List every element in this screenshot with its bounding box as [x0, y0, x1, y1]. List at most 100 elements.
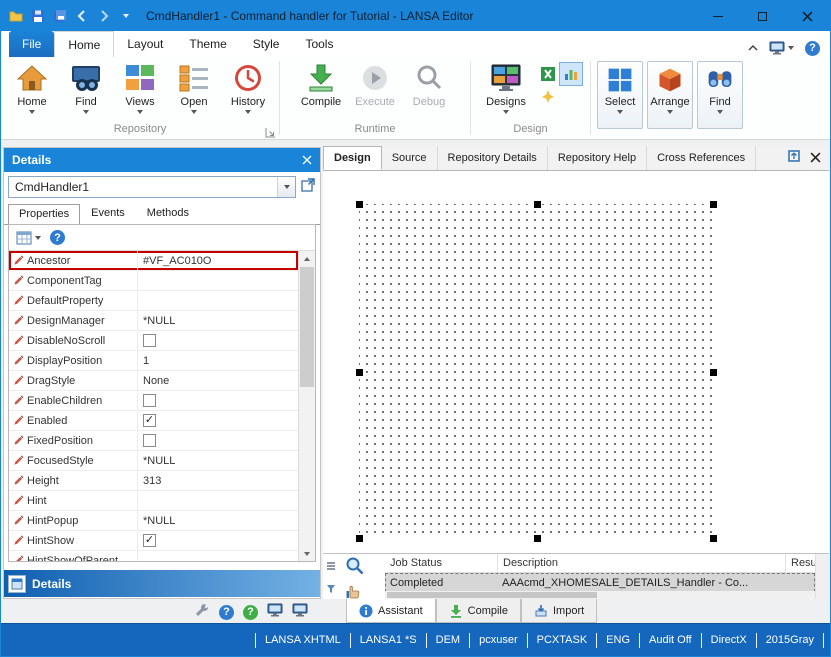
- ribbon-button-history[interactable]: History: [221, 59, 275, 114]
- output-horizontal-scrollbar[interactable]: [385, 591, 815, 599]
- float-view-button[interactable]: [787, 149, 801, 168]
- search-jobs-button[interactable]: [345, 556, 365, 581]
- ribbon-button-compile[interactable]: Compile: [294, 59, 348, 108]
- property-row-clipped[interactable]: HintShowOfParent: [9, 551, 298, 561]
- scroll-up-button[interactable]: [299, 251, 315, 266]
- resize-handle-s[interactable]: [533, 535, 541, 542]
- ribbon-button-arrange[interactable]: Arrange: [647, 61, 693, 129]
- tab-methods[interactable]: Methods: [136, 203, 200, 224]
- tab-import[interactable]: Import: [521, 599, 598, 623]
- property-value[interactable]: #VF_AC010O: [137, 251, 298, 270]
- checkbox[interactable]: [143, 534, 156, 547]
- forward-button[interactable]: [96, 8, 112, 24]
- resize-handle-n[interactable]: [533, 201, 541, 208]
- property-value[interactable]: None: [137, 371, 298, 390]
- checkbox[interactable]: [143, 394, 156, 407]
- property-row-defaultproperty[interactable]: DefaultProperty: [9, 291, 298, 311]
- resize-handle-se[interactable]: [710, 535, 717, 542]
- save-all-button[interactable]: [52, 8, 68, 24]
- ribbon-button-debug[interactable]: Debug: [402, 59, 456, 108]
- ribbon-button-home[interactable]: Home: [5, 59, 59, 114]
- ribbon-button-designs[interactable]: Designs: [479, 59, 533, 114]
- scroll-down-button[interactable]: [299, 546, 315, 561]
- tab-source[interactable]: Source: [382, 146, 438, 170]
- property-value[interactable]: 1: [137, 351, 298, 370]
- tab-assistant[interactable]: Assistant: [346, 599, 436, 623]
- combo-dropdown-button[interactable]: [277, 177, 295, 197]
- design-canvas[interactable]: [323, 171, 829, 553]
- tab-compile[interactable]: Compile: [435, 599, 521, 623]
- checkbox[interactable]: [143, 334, 156, 347]
- scrollbar-thumb[interactable]: [387, 592, 597, 598]
- ribbon-button-select[interactable]: Select: [597, 61, 643, 129]
- chart-button[interactable]: [559, 62, 583, 86]
- tab-repository-details[interactable]: Repository Details: [438, 146, 548, 170]
- remote-display-button[interactable]: [292, 602, 308, 623]
- back-button[interactable]: [74, 8, 90, 24]
- details-bottom-tab[interactable]: Details: [4, 570, 320, 597]
- column-header-result[interactable]: Resu: [785, 554, 817, 572]
- settings-button[interactable]: [194, 602, 210, 623]
- tab-layout[interactable]: Layout: [114, 31, 176, 57]
- display-options-button[interactable]: [769, 40, 794, 56]
- property-row-displayposition[interactable]: DisplayPosition 1: [9, 351, 298, 371]
- minimize-button[interactable]: [695, 1, 740, 31]
- tab-repository-help[interactable]: Repository Help: [548, 146, 648, 170]
- property-row-hintpopup[interactable]: HintPopup *NULL: [9, 511, 298, 531]
- tab-design[interactable]: Design: [323, 146, 382, 170]
- filter-button[interactable]: [326, 581, 336, 599]
- wizard-button[interactable]: [537, 86, 559, 108]
- list-view-button[interactable]: [326, 558, 336, 576]
- close-button[interactable]: [785, 1, 830, 31]
- tab-home[interactable]: Home: [54, 31, 115, 57]
- display-button[interactable]: [267, 602, 283, 623]
- new-document-button[interactable]: [8, 8, 24, 24]
- resize-handle-ne[interactable]: [710, 201, 717, 208]
- tab-style[interactable]: Style: [240, 31, 293, 57]
- dialog-launcher-button[interactable]: [265, 125, 276, 138]
- scrollbar-thumb[interactable]: [300, 267, 314, 387]
- property-row-componenttag[interactable]: ComponentTag: [9, 271, 298, 291]
- component-selector[interactable]: CmdHandler1: [8, 176, 296, 198]
- category-view-button[interactable]: [16, 230, 41, 246]
- export-excel-button[interactable]: [537, 63, 559, 85]
- column-header-description[interactable]: Description: [497, 554, 785, 572]
- tab-events[interactable]: Events: [80, 203, 136, 224]
- property-value[interactable]: *NULL: [137, 451, 298, 470]
- close-view-button[interactable]: [810, 150, 821, 168]
- open-component-button[interactable]: [300, 177, 316, 198]
- property-value[interactable]: [137, 271, 298, 290]
- ribbon-button-find[interactable]: Find: [59, 59, 113, 114]
- resize-handle-w[interactable]: [356, 368, 363, 376]
- save-button[interactable]: [30, 8, 46, 24]
- ribbon-button-find-design[interactable]: Find: [697, 61, 743, 129]
- property-row-focusedstyle[interactable]: FocusedStyle *NULL: [9, 451, 298, 471]
- resize-handle-e[interactable]: [710, 368, 717, 376]
- collapse-ribbon-button[interactable]: [748, 39, 758, 57]
- close-panel-button[interactable]: [302, 155, 312, 165]
- property-row-height[interactable]: Height 313: [9, 471, 298, 491]
- output-vertical-scrollbar[interactable]: [815, 554, 829, 599]
- ribbon-button-views[interactable]: Views: [113, 59, 167, 114]
- property-value[interactable]: 313: [137, 471, 298, 490]
- tab-properties[interactable]: Properties: [8, 204, 81, 225]
- property-value[interactable]: [137, 491, 298, 510]
- tab-file[interactable]: File: [9, 31, 55, 57]
- property-row-designmanager[interactable]: DesignManager *NULL: [9, 311, 298, 331]
- design-surface[interactable]: [356, 201, 717, 542]
- checkbox[interactable]: [143, 414, 156, 427]
- help-button-green[interactable]: [243, 604, 258, 620]
- property-row-hint[interactable]: Hint: [9, 491, 298, 511]
- tab-cross-references[interactable]: Cross References: [647, 146, 757, 170]
- help-button[interactable]: [805, 40, 820, 56]
- property-value[interactable]: [137, 291, 298, 310]
- qat-customize-button[interactable]: [118, 8, 134, 24]
- resize-handle-nw[interactable]: [356, 201, 363, 208]
- property-row-hintshow[interactable]: HintShow: [9, 531, 298, 551]
- checkbox[interactable]: [143, 434, 156, 447]
- tab-tools[interactable]: Tools: [292, 31, 346, 57]
- column-header-job-status[interactable]: Job Status: [385, 554, 497, 572]
- ribbon-button-execute[interactable]: Execute: [348, 59, 402, 108]
- property-value[interactable]: *NULL: [137, 311, 298, 330]
- table-row[interactable]: Completed AAAcmd_XHOMESALE_DETAILS_Handl…: [385, 573, 815, 592]
